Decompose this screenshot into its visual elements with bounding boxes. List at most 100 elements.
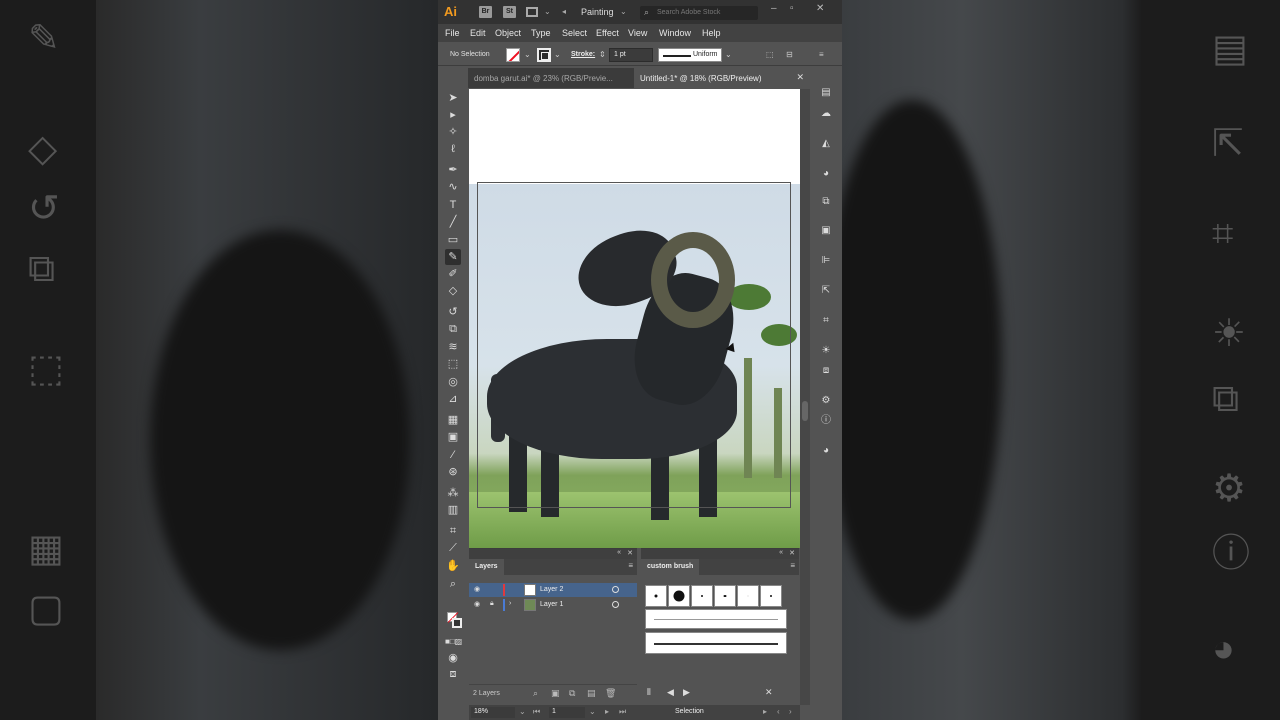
fill-chevron-icon[interactable]: ⌄ xyxy=(524,50,531,59)
new-sublayer-icon[interactable]: ⧉ xyxy=(569,688,575,699)
arrange-documents-icon[interactable] xyxy=(526,7,538,17)
lock-icon[interactable]: 🔒︎ xyxy=(490,600,494,608)
stroke-weight-field[interactable]: 1 pt xyxy=(609,48,653,62)
magic-wand-tool-icon[interactable]: ✧ xyxy=(445,124,461,140)
page-chevron-icon[interactable]: ⌄ xyxy=(589,707,596,716)
color-mode-icon[interactable]: ■□▨ xyxy=(445,634,462,650)
pen-tool-icon[interactable]: ✒ xyxy=(445,162,461,178)
free-transform-tool-icon[interactable]: ⬚ xyxy=(445,356,461,372)
menu-window[interactable]: Window xyxy=(659,28,691,38)
brush-swatch[interactable] xyxy=(668,585,690,607)
draw-mode-icon[interactable]: ◉ xyxy=(445,650,461,666)
tab-untitled-1[interactable]: Untitled-1* @ 18% (RGB/Preview) ✕ xyxy=(634,68,810,88)
stroke-chevron-icon[interactable]: ⌄ xyxy=(554,50,561,59)
curvature-tool-icon[interactable]: ∿ xyxy=(445,179,461,195)
brush-swatch[interactable] xyxy=(691,585,713,607)
chevron-down-icon[interactable]: ⌄ xyxy=(544,7,551,16)
brush-swatch[interactable] xyxy=(760,585,782,607)
shape-icon[interactable]: ⬚ xyxy=(766,50,774,59)
layer-name[interactable]: Layer 2 xyxy=(540,586,563,593)
panel-menu-icon[interactable]: ≡ xyxy=(819,50,824,59)
close-window-button[interactable]: ✕ xyxy=(816,3,824,14)
symbol-sprayer-tool-icon[interactable]: ⁂ xyxy=(445,485,461,501)
scroll-right-icon[interactable]: › xyxy=(789,707,792,716)
layer-row-layer-2[interactable]: ◉ Layer 2 xyxy=(469,583,637,597)
status-menu-icon[interactable]: ▸ xyxy=(763,707,767,716)
scale-tool-icon[interactable]: ⧉ xyxy=(445,321,461,337)
visibility-eye-icon[interactable]: ◉ xyxy=(474,585,480,593)
brush-swatch[interactable] xyxy=(645,585,667,607)
rectangle-tool-icon[interactable]: ▭ xyxy=(445,232,461,248)
clipping-mask-icon[interactable]: ▣ xyxy=(551,688,560,699)
collapse-panel-icon[interactable]: « xyxy=(779,549,783,556)
canvas[interactable] xyxy=(469,89,800,548)
bridge-button[interactable]: Br xyxy=(479,6,492,18)
lasso-tool-icon[interactable]: ℓ xyxy=(445,141,461,157)
brush-menu-icon[interactable]: ≡ xyxy=(790,561,795,570)
width-tool-icon[interactable]: ≋ xyxy=(445,339,461,355)
symbols-panel-icon[interactable]: ⧈ xyxy=(818,363,834,379)
menu-effect[interactable]: Effect xyxy=(596,28,619,38)
stroke-stepper-icon[interactable]: ⇕ xyxy=(599,50,606,59)
workspace-switcher[interactable]: Painting xyxy=(581,7,614,17)
rotate-tool-icon[interactable]: ↺ xyxy=(445,304,461,320)
menu-edit[interactable]: Edit xyxy=(470,28,486,38)
last-artboard-icon[interactable]: ⏭ xyxy=(619,707,626,717)
first-artboard-icon[interactable]: ⏮ xyxy=(533,707,540,717)
brush-swatch[interactable] xyxy=(714,585,736,607)
swatches-panel-icon[interactable]: ⧉ xyxy=(818,194,834,210)
minimize-button[interactable]: – xyxy=(771,3,777,14)
color-guide-icon[interactable]: ◭ xyxy=(818,136,834,152)
fill-color-swatch[interactable] xyxy=(506,48,520,62)
mesh-tool-icon[interactable]: ▦ xyxy=(445,412,461,428)
layer-row-layer-1[interactable]: ◉ 🔒︎ › Layer 1 xyxy=(469,598,637,612)
artboard-number-field[interactable]: 1 xyxy=(549,707,585,718)
layer-target-icon[interactable] xyxy=(612,601,619,608)
remove-brush-icon[interactable]: ✕ xyxy=(765,687,773,698)
menu-object[interactable]: Object xyxy=(495,28,521,38)
layers-tab[interactable]: Layers xyxy=(469,559,504,575)
stroke-swatch-icon[interactable] xyxy=(452,618,462,628)
collapse-panel-icon[interactable]: « xyxy=(617,549,621,556)
brush-swatch[interactable] xyxy=(737,585,759,607)
column-graph-tool-icon[interactable]: ▥ xyxy=(445,502,461,518)
close-tab-icon[interactable]: ✕ xyxy=(796,72,804,83)
menu-help[interactable]: Help xyxy=(702,28,721,38)
color-panel-icon[interactable]: ◕ xyxy=(818,166,834,182)
zoom-level-field[interactable]: 18% xyxy=(471,707,515,718)
libraries-panel-icon[interactable]: ☁ xyxy=(818,106,834,122)
workspace-chevron-icon[interactable]: ⌄ xyxy=(620,7,627,16)
perspective-grid-tool-icon[interactable]: ⊿ xyxy=(445,391,461,407)
brush-stroke-preview[interactable] xyxy=(645,609,787,629)
new-layer-icon[interactable]: ▤ xyxy=(587,688,596,699)
shaper-tool-icon[interactable]: ✐ xyxy=(445,266,461,282)
menu-select[interactable]: Select xyxy=(562,28,587,38)
visibility-eye-icon[interactable]: ◉ xyxy=(474,600,480,608)
scroll-thumb[interactable] xyxy=(802,401,808,421)
stroke-color-swatch[interactable] xyxy=(537,48,551,62)
transform-panel-icon[interactable]: ▣ xyxy=(818,223,834,239)
close-panel-icon[interactable]: ✕ xyxy=(789,549,795,557)
scroll-left-icon[interactable]: ‹ xyxy=(777,707,780,716)
variable-width-profile[interactable]: Uniform xyxy=(658,48,722,62)
tab-domba-garut[interactable]: domba garut.ai* @ 23% (RGB/Previe... xyxy=(468,68,634,88)
info-panel-icon[interactable]: ⓘ xyxy=(818,413,834,429)
line-tool-icon[interactable]: ╱ xyxy=(445,214,461,230)
blend-tool-icon[interactable]: ⊛ xyxy=(445,464,461,480)
profile-chevron-icon[interactable]: ⌄ xyxy=(725,50,732,59)
vertical-scrollbar[interactable] xyxy=(800,89,810,705)
eyedropper-tool-icon[interactable]: ⁄ xyxy=(445,447,461,463)
menu-view[interactable]: View xyxy=(628,28,647,38)
zoom-tool-icon[interactable]: ⌕ xyxy=(445,576,461,592)
selection-tool-icon[interactable]: ➤ xyxy=(445,90,461,106)
slice-tool-icon[interactable]: ⟋ xyxy=(445,540,461,556)
brush-library-tab[interactable]: custom brush xyxy=(641,559,700,575)
direct-selection-tool-icon[interactable]: ▸ xyxy=(445,107,461,123)
artboard-tool-icon[interactable]: ⌗ xyxy=(445,523,461,539)
appearance-panel-icon[interactable]: ☀ xyxy=(818,343,834,359)
artboards-panel-icon[interactable]: ⌗ xyxy=(818,313,834,329)
stock-button[interactable]: St xyxy=(503,6,516,18)
artboard-frame[interactable] xyxy=(477,182,791,508)
eraser-tool-icon[interactable]: ◇ xyxy=(445,283,461,299)
shape-builder-tool-icon[interactable]: ◎ xyxy=(445,374,461,390)
